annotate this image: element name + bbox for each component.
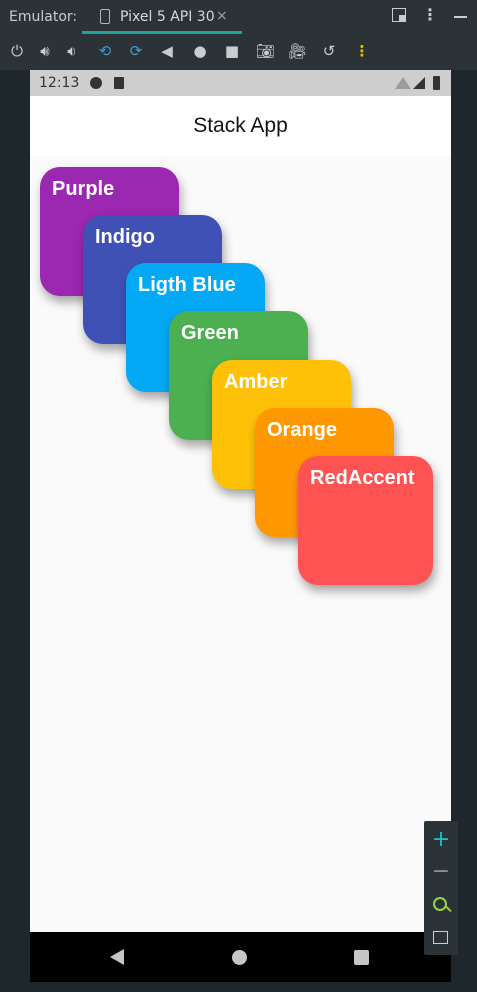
- emulator-tab-bar: Emulator: Pixel 5 API 30 × ⋮: [0, 0, 477, 34]
- header-actions: ⋮: [392, 7, 467, 23]
- close-icon[interactable]: ×: [216, 8, 228, 24]
- zoom-controls: + −: [424, 821, 458, 955]
- actual-size-icon[interactable]: [424, 923, 458, 953]
- rotate-right-icon[interactable]: ⟳: [127, 42, 145, 60]
- nav-recents-icon[interactable]: [354, 950, 369, 965]
- page-title: Stack App: [193, 114, 288, 137]
- volume-up-icon[interactable]: 🔊︎: [36, 42, 54, 60]
- power-icon[interactable]: ⏻: [8, 42, 26, 60]
- card-label: Green: [181, 322, 239, 344]
- card-red-accent: RedAccent: [298, 456, 433, 585]
- magnifier-lens: [433, 897, 447, 911]
- nav-back-icon[interactable]: [110, 949, 124, 965]
- zoom-fit-icon[interactable]: [424, 891, 458, 921]
- notification-icon: [90, 77, 102, 89]
- device-tab-title: Pixel 5 API 30: [120, 9, 215, 25]
- card-label: Ligth Blue: [138, 274, 236, 296]
- frame-shape: [433, 931, 448, 944]
- window-mode-icon[interactable]: [392, 8, 406, 22]
- stack-content: Purple Indigo Ligth Blue Green Amber Ora…: [30, 156, 451, 932]
- signal-icon: [413, 77, 425, 89]
- card-label: Indigo: [95, 226, 155, 248]
- app-bar: Stack App: [30, 96, 451, 156]
- card-label: Amber: [224, 371, 288, 393]
- zoom-in-icon[interactable]: +: [424, 825, 458, 855]
- minimize-icon[interactable]: [454, 16, 467, 18]
- home-icon[interactable]: ●: [191, 42, 209, 60]
- battery-icon: [433, 76, 440, 90]
- card-label: RedAccent: [310, 467, 415, 489]
- sd-card-icon: [114, 77, 124, 89]
- screen-record-icon[interactable]: 🎥︎: [288, 42, 307, 60]
- zoom-out-icon[interactable]: −: [424, 857, 458, 887]
- status-time: 12:13: [39, 75, 80, 91]
- back-icon[interactable]: ◀: [158, 42, 176, 60]
- emulator-frame-left: [0, 70, 30, 992]
- more-vert-icon[interactable]: ⋮: [353, 42, 371, 60]
- snapshot-icon[interactable]: ↺: [320, 42, 338, 60]
- android-nav-bar: [30, 932, 451, 982]
- emulator-toolbar: ⏻ 🔊︎ 🔉︎ ⟲ ⟳ ◀ ● ■ 📷︎ 🎥︎ ↺ ⋮: [0, 34, 477, 70]
- emulator-frame-bottom: [0, 982, 477, 992]
- device-icon: [100, 9, 110, 24]
- nav-home-icon[interactable]: [232, 950, 247, 965]
- emulator-label: Emulator:: [9, 9, 78, 25]
- rotate-left-icon[interactable]: ⟲: [96, 42, 114, 60]
- card-label: Orange: [267, 419, 338, 441]
- card-label: Purple: [52, 178, 115, 200]
- wifi-icon: [395, 77, 411, 89]
- more-vert-icon[interactable]: ⋮: [422, 7, 438, 23]
- magnifier-handle: [445, 905, 452, 913]
- overview-icon[interactable]: ■: [223, 42, 241, 60]
- device-tab[interactable]: Pixel 5 API 30 ×: [82, 0, 242, 34]
- phone-status-bar: 12:13: [30, 70, 451, 96]
- volume-down-icon[interactable]: 🔉︎: [63, 42, 81, 60]
- screenshot-icon[interactable]: 📷︎: [256, 42, 275, 60]
